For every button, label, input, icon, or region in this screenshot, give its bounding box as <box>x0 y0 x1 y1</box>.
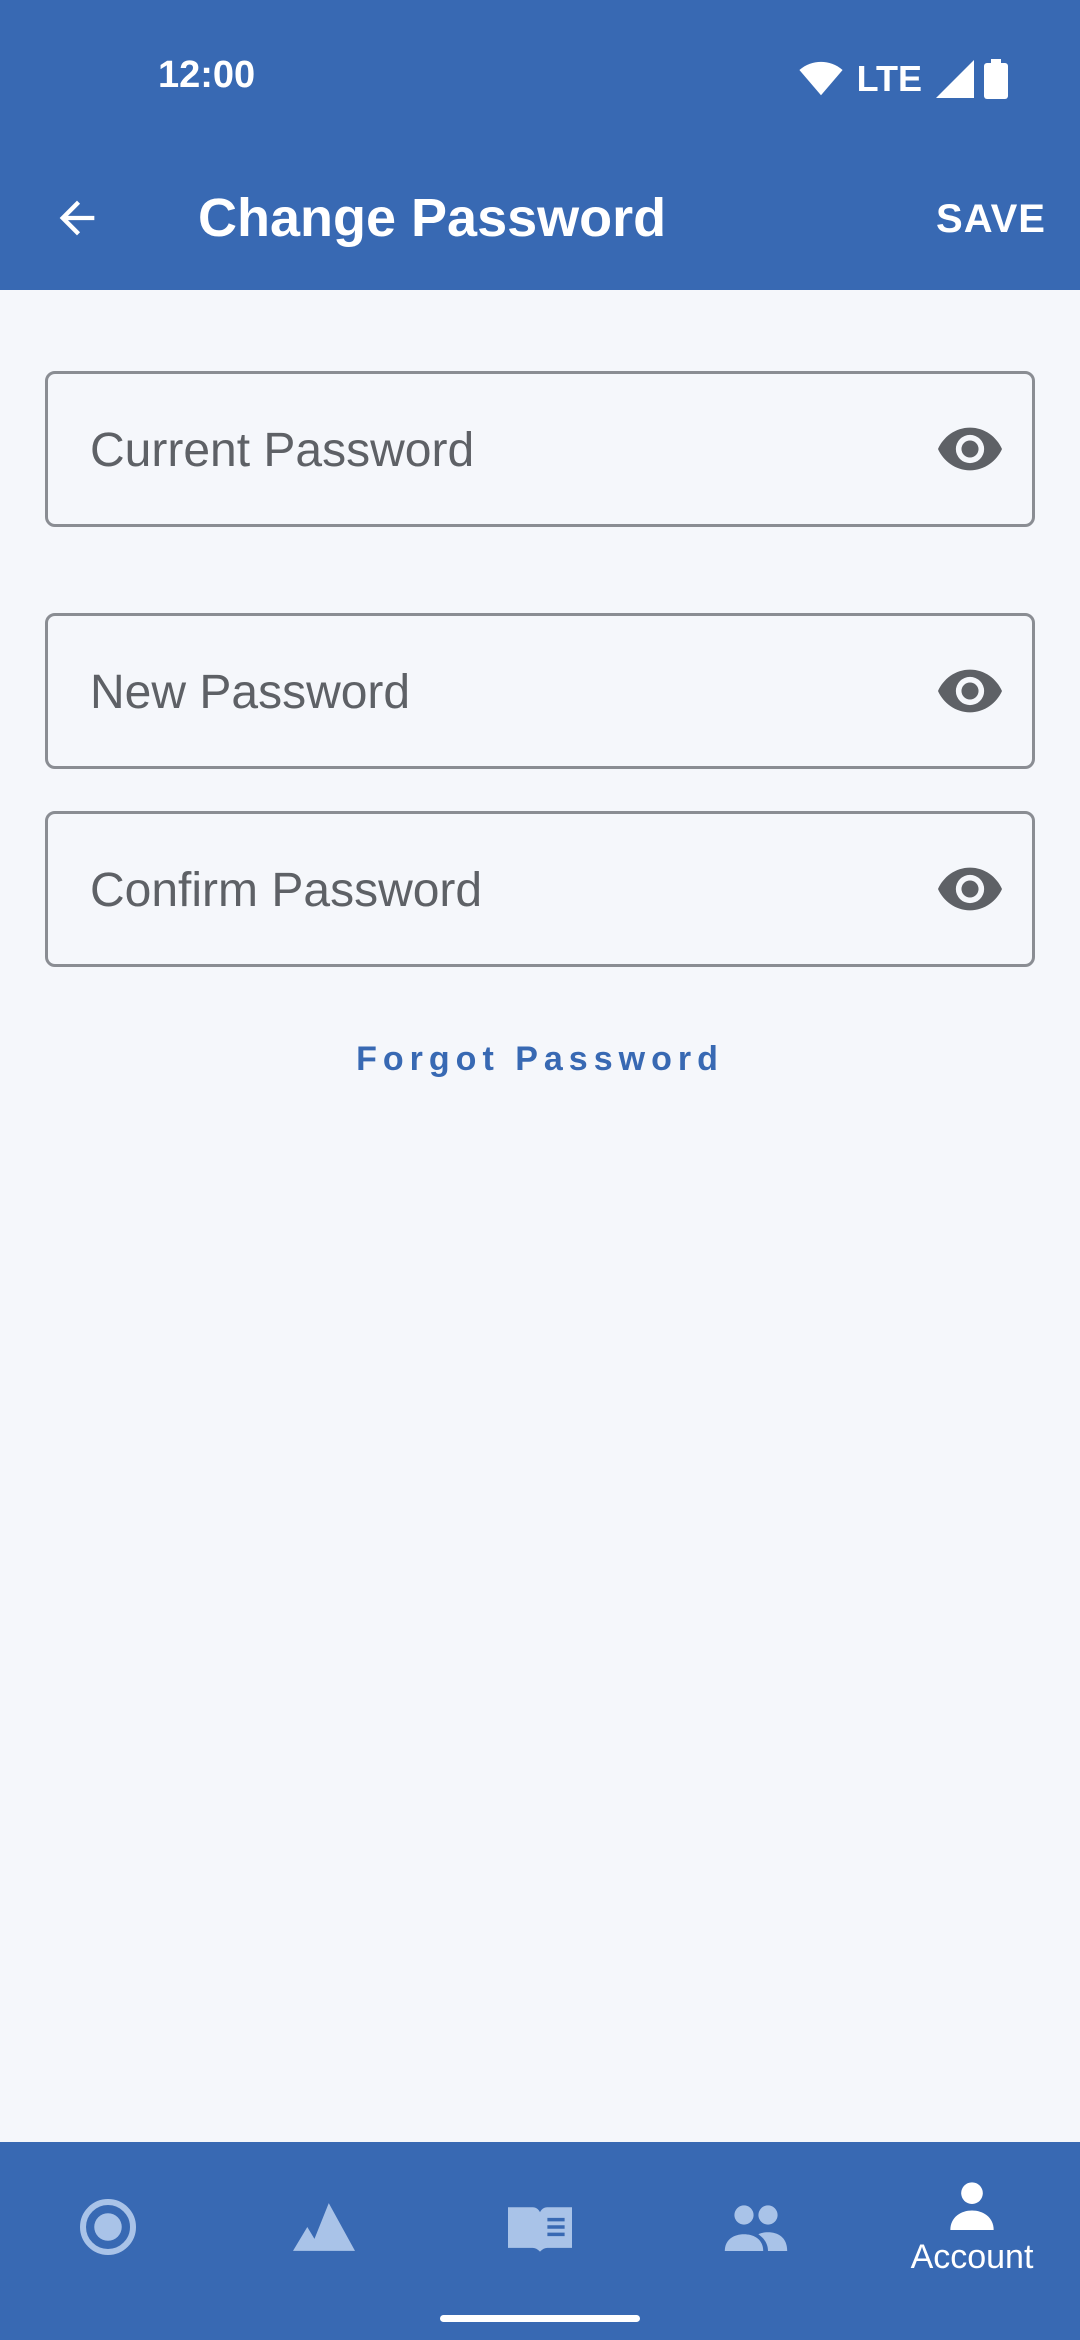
group-icon <box>724 2205 788 2251</box>
nav-item-explore[interactable] <box>216 2142 432 2312</box>
page-title: Change Password <box>198 188 667 248</box>
book-icon <box>508 2207 572 2252</box>
toggle-confirm-visibility[interactable] <box>938 859 1002 919</box>
nav-label-account: Account <box>910 2237 1034 2276</box>
app-bar: Change Password SAVE <box>0 165 1080 290</box>
nav-item-account[interactable]: Account <box>864 2142 1080 2312</box>
nav-item-community[interactable] <box>648 2142 864 2312</box>
status-time: 12:00 <box>158 54 256 96</box>
back-button[interactable] <box>42 183 112 253</box>
mountain-icon <box>293 2203 355 2251</box>
home-indicator <box>440 2315 640 2322</box>
current-password-input[interactable] <box>88 374 892 526</box>
new-password-field <box>45 613 1035 769</box>
confirm-password-input[interactable] <box>88 814 892 966</box>
forgot-password-link[interactable]: Forgot Password <box>0 1040 1080 1079</box>
record-circle-icon <box>80 2199 136 2255</box>
person-icon <box>950 2181 994 2230</box>
network-type: LTE <box>856 58 922 99</box>
toggle-current-visibility[interactable] <box>938 419 1002 479</box>
signal-icon <box>936 60 974 98</box>
toggle-new-visibility[interactable] <box>938 661 1002 721</box>
current-password-field <box>45 371 1035 527</box>
wifi-icon <box>799 61 843 96</box>
confirm-password-field <box>45 811 1035 967</box>
status-icons: LTE <box>799 58 1008 100</box>
arrow-back-icon <box>59 200 95 236</box>
save-button[interactable]: SAVE <box>936 185 1046 253</box>
nav-item-record[interactable] <box>0 2142 216 2312</box>
eye-icon <box>938 427 1002 471</box>
status-bar: 12:00 LTE <box>0 0 1080 165</box>
eye-icon <box>938 867 1002 911</box>
eye-icon <box>938 669 1002 713</box>
battery-icon <box>984 59 1008 99</box>
new-password-input[interactable] <box>88 616 892 768</box>
bottom-nav: Account <box>0 2142 1080 2340</box>
nav-item-guides[interactable] <box>432 2142 648 2312</box>
